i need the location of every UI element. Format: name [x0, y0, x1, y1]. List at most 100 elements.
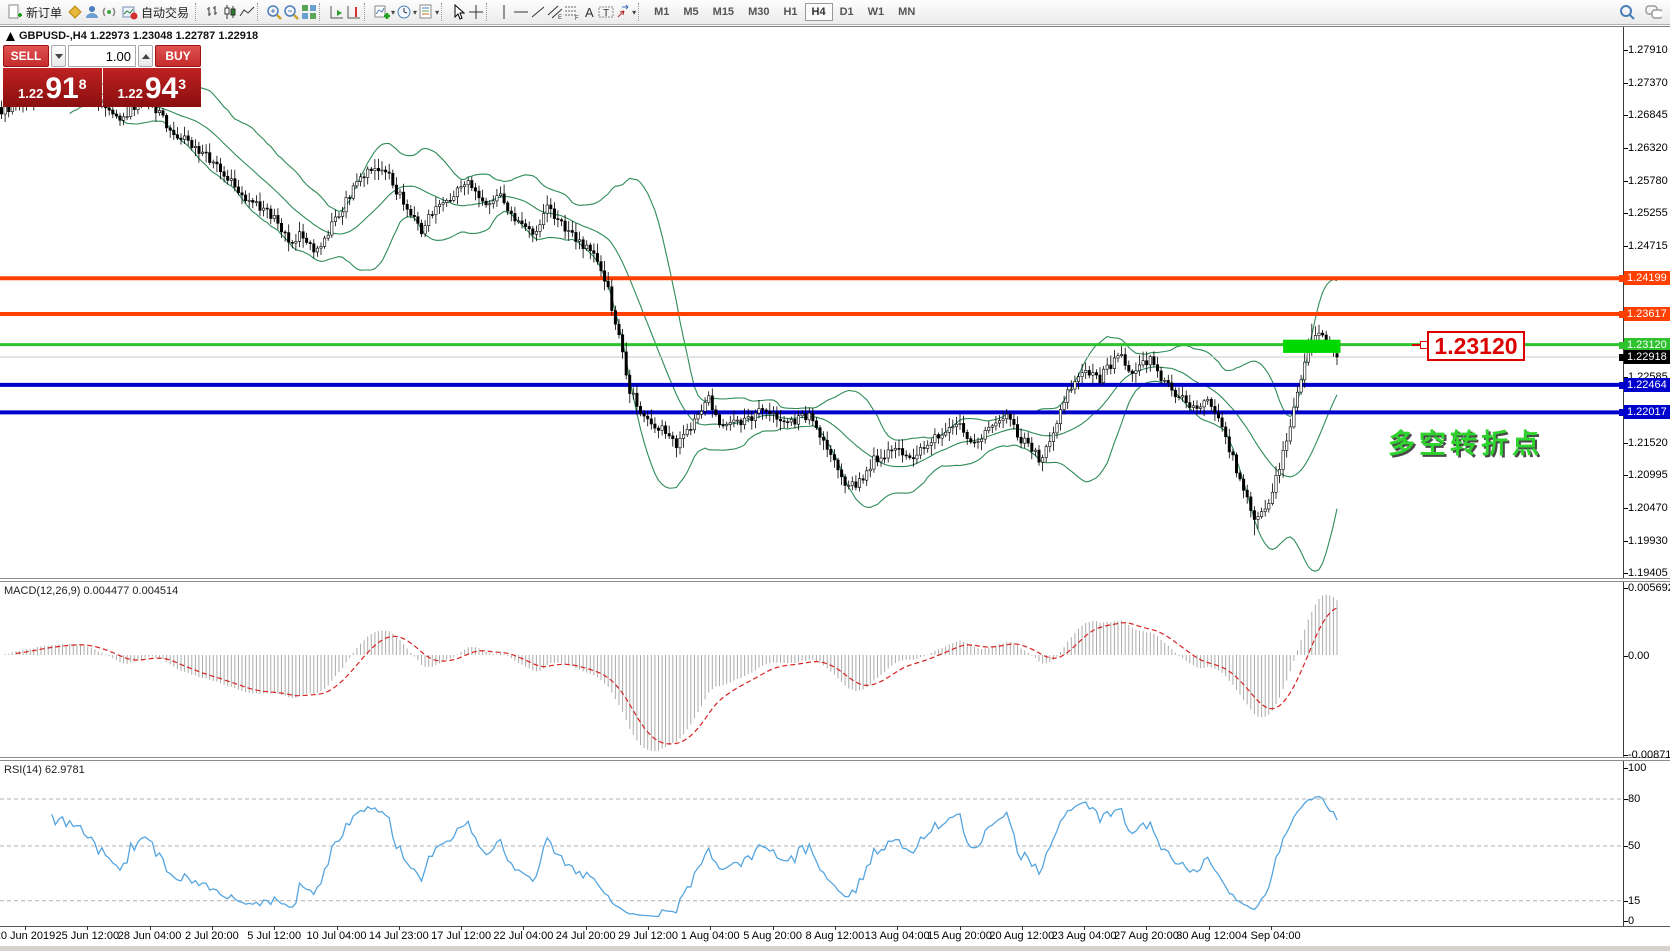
- macd-tick-label: 0.005692: [1628, 582, 1670, 594]
- timeframe-button-m1[interactable]: M1: [647, 3, 676, 21]
- cursor-icon[interactable]: [450, 4, 467, 21]
- chart-shift-icon[interactable]: [345, 4, 362, 21]
- autotrade-button[interactable]: 自动交易: [117, 2, 193, 23]
- rsi-indicator-canvas[interactable]: [0, 760, 1623, 926]
- price-tick-label: 1.19405: [1628, 567, 1668, 579]
- signals-icon[interactable]: [100, 4, 117, 21]
- rsi-label: RSI(14) 62.9781: [4, 764, 85, 776]
- autotrade-icon: [121, 4, 138, 21]
- rsi-splitter[interactable]: [0, 757, 1670, 761]
- date-label: 28 Jun 04:00: [118, 930, 182, 942]
- templates-icon[interactable]: [417, 4, 434, 21]
- templates-dropdown-caret[interactable]: ▾: [435, 8, 439, 17]
- buy-price-big: 94: [145, 74, 178, 104]
- date-label: 13 Aug 04:00: [865, 930, 930, 942]
- date-label: 20 Aug 12:00: [989, 930, 1054, 942]
- market-icon[interactable]: [66, 4, 83, 21]
- timeframe-button-h1[interactable]: H1: [776, 3, 804, 21]
- date-label: 2 Jul 20:00: [185, 930, 239, 942]
- date-label: 29 Jul 12:00: [618, 930, 678, 942]
- svg-text:F: F: [575, 16, 579, 20]
- date-label: 25 Jun 12:00: [55, 930, 119, 942]
- date-label: 15 Aug 20:00: [927, 930, 992, 942]
- crosshair-icon[interactable]: [467, 4, 484, 21]
- price-tick-label: 1.26320: [1628, 142, 1668, 154]
- community-icon[interactable]: [83, 4, 100, 21]
- text-label-icon[interactable]: T: [597, 4, 614, 21]
- rsi-tick-label: 50: [1628, 840, 1640, 852]
- timeframe-button-d1[interactable]: D1: [833, 3, 861, 21]
- svg-text:A: A: [585, 5, 594, 20]
- volume-decrease-button[interactable]: [51, 45, 66, 67]
- macd-splitter[interactable]: [0, 578, 1670, 582]
- timeframe-button-h4[interactable]: H4: [805, 3, 833, 21]
- timeframe-button-mn[interactable]: MN: [891, 3, 922, 21]
- sell-price-big: 91: [45, 74, 78, 104]
- rsi-tick-label: 15: [1628, 895, 1640, 907]
- symbol-direction-icon: [6, 32, 15, 41]
- buy-price-display[interactable]: 1.22 94 3: [103, 68, 202, 107]
- new-order-icon: [6, 4, 23, 21]
- date-label: 22 Jul 04:00: [493, 930, 553, 942]
- tile-windows-icon[interactable]: [300, 4, 317, 21]
- candlestick-chart-icon[interactable]: [221, 4, 238, 21]
- indicators-icon[interactable]: [373, 4, 390, 21]
- periods-icon[interactable]: [395, 4, 412, 21]
- toolbar-grip: [486, 3, 493, 21]
- auto-scroll-icon[interactable]: [328, 4, 345, 21]
- vertical-line-icon[interactable]: [495, 4, 512, 21]
- equidistant-channel-icon[interactable]: E: [546, 4, 563, 21]
- price-tick-label: 1.27370: [1628, 77, 1668, 89]
- text-icon[interactable]: A: [580, 4, 597, 21]
- svg-text:T: T: [603, 8, 609, 19]
- sell-price-display[interactable]: 1.22 91 8: [3, 68, 102, 107]
- new-order-button[interactable]: 新订单: [2, 2, 66, 23]
- fibonacci-icon[interactable]: F: [563, 4, 580, 21]
- date-label: 1 Aug 04:00: [681, 930, 740, 942]
- sell-button[interactable]: SELL: [3, 45, 49, 67]
- date-label: 5 Aug 20:00: [743, 930, 802, 942]
- price-tick-label: 1.27910: [1628, 44, 1668, 56]
- horizontal-line-icon[interactable]: [512, 4, 529, 21]
- line-chart-icon[interactable]: [238, 4, 255, 21]
- macd-label: MACD(12,26,9) 0.004477 0.004514: [4, 585, 178, 597]
- zoom-in-icon[interactable]: [266, 4, 283, 21]
- timeframe-button-m30[interactable]: M30: [741, 3, 776, 21]
- arrows-dropdown-caret[interactable]: ▾: [632, 8, 636, 17]
- price-tick-label: 1.26845: [1628, 109, 1668, 121]
- search-icon[interactable]: [1618, 4, 1635, 21]
- volume-increase-button[interactable]: [138, 45, 153, 67]
- price-level-label: 1.22918: [1624, 350, 1670, 364]
- timeframe-button-m5[interactable]: M5: [676, 3, 705, 21]
- date-label: 24 Jul 20:00: [556, 930, 616, 942]
- candlestick-chart-canvas[interactable]: [0, 27, 1623, 578]
- price-tick-label: 1.20995: [1628, 469, 1668, 481]
- macd-tick-label: -0.008717: [1628, 749, 1670, 761]
- toolbar-grip: [441, 3, 448, 21]
- date-label: 30 Aug 12:00: [1176, 930, 1241, 942]
- toolbar-grip: [319, 3, 326, 21]
- price-level-box[interactable]: 1.23120: [1427, 331, 1525, 361]
- price-level-label: 1.23617: [1624, 307, 1670, 321]
- price-tick-label: 1.21520: [1628, 437, 1668, 449]
- macd-tick-label: 0.00: [1628, 650, 1649, 662]
- timeframe-button-m15[interactable]: M15: [706, 3, 741, 21]
- price-tick-label: 1.19930: [1628, 535, 1668, 547]
- date-label: 8 Aug 12:00: [806, 930, 865, 942]
- buy-button[interactable]: BUY: [155, 45, 201, 67]
- volume-input[interactable]: [68, 45, 136, 67]
- bar-chart-icon[interactable]: [204, 4, 221, 21]
- toolbar-grip: [364, 3, 371, 21]
- chat-icon[interactable]: [1645, 4, 1662, 21]
- trendline-icon[interactable]: [529, 4, 546, 21]
- date-label: 4 Sep 04:00: [1241, 930, 1300, 942]
- date-label: 23 Aug 04:00: [1052, 930, 1117, 942]
- one-click-trading-panel: SELL BUY 1.22 91 8 1.22 94 3: [3, 45, 201, 107]
- arrows-icon[interactable]: [614, 4, 631, 21]
- timeframe-button-w1[interactable]: W1: [861, 3, 892, 21]
- macd-indicator-canvas[interactable]: [0, 581, 1623, 757]
- sell-price-sup: 8: [79, 76, 87, 92]
- zoom-out-icon[interactable]: [283, 4, 300, 21]
- top-toolbar: 新订单 自动交易 ▾ ▾: [0, 0, 1670, 25]
- turning-point-annotation[interactable]: 多空转折点: [1388, 422, 1543, 461]
